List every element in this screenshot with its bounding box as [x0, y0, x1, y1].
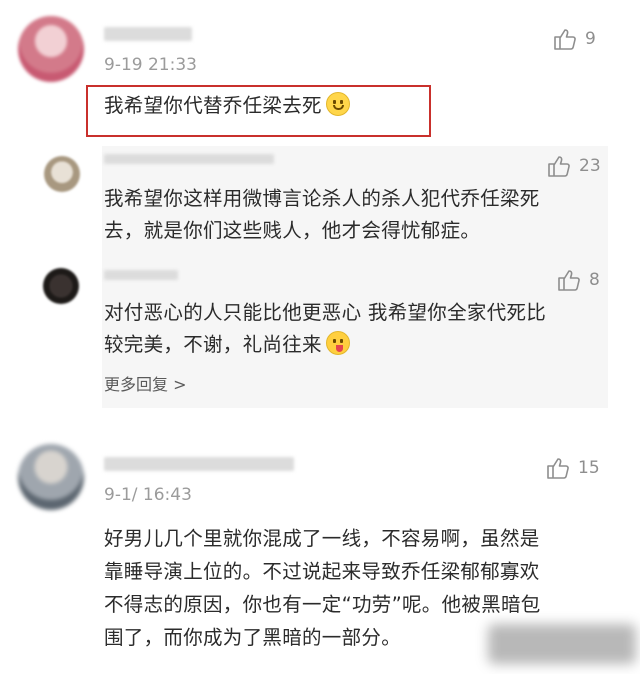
reply-text-line: 去，就是你们这些贱人，他才会得忧郁症。 [104, 219, 481, 242]
like-button[interactable]: 15 [546, 456, 600, 480]
reply-text-line-wrap: 较完美，不谢，礼尚往来 [104, 329, 546, 361]
username-blurred[interactable] [104, 457, 294, 471]
comment-text-line: 好男儿几个里就你混成了一线，不容易啊，虽然是 [104, 527, 540, 550]
thumbs-up-icon [547, 458, 569, 479]
avatar[interactable] [44, 156, 80, 192]
comment-text: 我希望你代替乔任梁去死 [104, 90, 350, 122]
thumbs-up-icon [548, 156, 570, 177]
tongue-emoji-icon [325, 331, 350, 355]
like-count: 9 [585, 29, 596, 49]
thumbs-up-icon [558, 270, 580, 291]
reply-text-line: 我希望你这样用微博言论杀人的杀人犯代乔任梁死 [104, 187, 540, 210]
avatar[interactable] [18, 444, 84, 510]
smile-emoji-icon [325, 92, 350, 116]
avatar[interactable] [43, 268, 79, 304]
like-count: 8 [589, 270, 600, 290]
reply-text: 我希望你这样用微博言论杀人的杀人犯代乔任梁死 去，就是你们这些贱人，他才会得忧郁… [104, 183, 540, 247]
watermark [488, 624, 636, 664]
comment-text-line: 不得志的原因，你也有一定“功劳”呢。他被黑暗包 [104, 593, 541, 616]
comment-text-content: 我希望你代替乔任梁去死 [104, 94, 322, 117]
username-blurred[interactable] [104, 27, 192, 41]
username-blurred[interactable] [104, 154, 274, 164]
reply-text: 对付恶心的人只能比他更恶心 我希望你全家代死比 较完美，不谢，礼尚往来 [104, 297, 546, 361]
reply-text-line: 较完美，不谢，礼尚往来 [104, 333, 322, 356]
like-button[interactable]: 9 [553, 27, 596, 51]
like-button[interactable]: 8 [557, 268, 600, 292]
username-blurred[interactable] [104, 270, 178, 280]
comment-timestamp: 9-19 21:33 [104, 55, 197, 75]
like-count: 23 [579, 156, 601, 176]
like-button[interactable]: 23 [547, 154, 601, 178]
comment-text-line: 靠睡导演上位的。不过说起来导致乔任梁郁郁寡欢 [104, 560, 540, 583]
reply-text-line: 对付恶心的人只能比他更恶心 我希望你全家代死比 [104, 301, 547, 324]
avatar[interactable] [18, 16, 84, 82]
thumbs-up-icon [554, 29, 576, 50]
like-count: 15 [578, 458, 600, 478]
comment-text-line: 围了，而你成为了黑暗的一部分。 [104, 626, 402, 649]
comment-timestamp: 9-1/ 16:43 [104, 485, 192, 505]
more-replies-link[interactable]: 更多回复 > [104, 371, 187, 395]
comment-text: 好男儿几个里就你混成了一线，不容易啊，虽然是 靠睡导演上位的。不过说起来导致乔任… [104, 522, 541, 654]
